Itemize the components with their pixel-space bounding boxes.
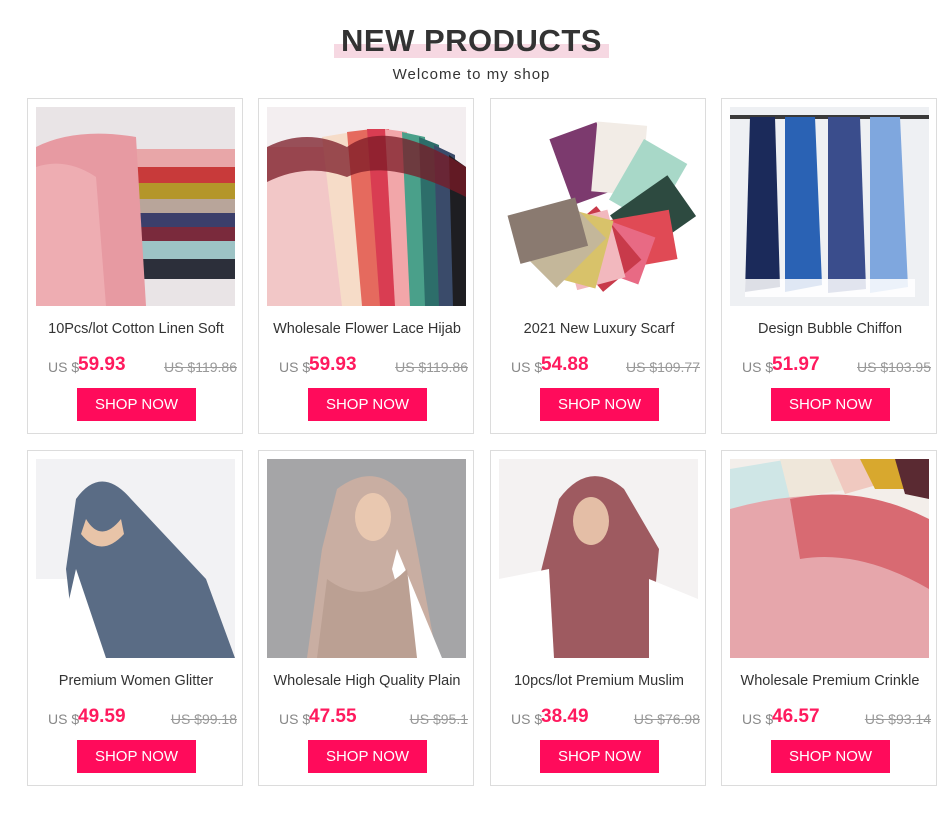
sale-price: 54.88 bbox=[541, 354, 589, 375]
sale-price: 59.93 bbox=[309, 354, 357, 375]
section-subtitle: Welcome to my shop bbox=[392, 66, 551, 83]
product-image[interactable] bbox=[267, 107, 466, 306]
price-row: US $ 46.57 US $93.14 bbox=[722, 706, 938, 732]
price-row: US $ 38.49 US $76.98 bbox=[491, 706, 707, 732]
product-image-fanned-pattern-scarves bbox=[499, 107, 698, 306]
product-image-fanned-flower-lace-hijabs bbox=[267, 107, 466, 306]
original-price: US $93.14 bbox=[864, 711, 931, 727]
product-image-hanging-blue-chiffon-scarves bbox=[730, 107, 929, 306]
price-row: US $ 47.55 US $95.1 bbox=[259, 706, 475, 732]
sale-price: 51.97 bbox=[772, 354, 820, 375]
currency-label: US $ bbox=[48, 359, 80, 375]
shop-now-button[interactable]: SHOP NOW bbox=[308, 740, 427, 773]
original-price: US $119.86 bbox=[395, 359, 468, 375]
shop-now-button[interactable]: SHOP NOW bbox=[771, 740, 890, 773]
shop-now-button[interactable]: SHOP NOW bbox=[540, 388, 659, 421]
sale-price: 49.59 bbox=[78, 706, 126, 727]
price-row: US $ 49.59 US $99.18 bbox=[28, 706, 244, 732]
product-card[interactable]: Design Bubble Chiffon US $ 51.97 US $103… bbox=[721, 98, 937, 434]
product-card[interactable]: Wholesale High Quality Plain US $ 47.55 … bbox=[258, 450, 474, 786]
product-name[interactable]: Wholesale Flower Lace Hijab bbox=[265, 319, 469, 341]
product-image-stacked-pink-lace-scarves bbox=[36, 107, 235, 306]
product-image-woman-mauve-hijab bbox=[499, 459, 698, 658]
product-name[interactable]: Design Bubble Chiffon bbox=[728, 319, 932, 341]
original-price: US $119.86 bbox=[164, 359, 237, 375]
price-row: US $ 59.93 US $119.86 bbox=[259, 354, 475, 380]
section-title: NEW PRODUCTS bbox=[341, 23, 602, 58]
product-image-stacked-crinkle-scarves bbox=[730, 459, 929, 658]
shop-now-button[interactable]: SHOP NOW bbox=[77, 740, 196, 773]
product-card[interactable]: Wholesale Premium Crinkle US $ 46.57 US … bbox=[721, 450, 937, 786]
product-card[interactable]: Wholesale Flower Lace Hijab US $ 59.93 U… bbox=[258, 98, 474, 434]
currency-label: US $ bbox=[742, 711, 774, 727]
shop-now-button[interactable]: SHOP NOW bbox=[77, 388, 196, 421]
original-price: US $95.1 bbox=[409, 711, 468, 727]
product-card[interactable]: 2021 New Luxury Scarf US $ 54.88 US $109… bbox=[490, 98, 706, 434]
shop-now-button[interactable]: SHOP NOW bbox=[540, 740, 659, 773]
original-price: US $99.18 bbox=[170, 711, 237, 727]
sale-price: 46.57 bbox=[772, 706, 820, 727]
product-name[interactable]: Premium Women Glitter bbox=[34, 671, 238, 693]
product-name[interactable]: 2021 New Luxury Scarf bbox=[497, 319, 701, 341]
product-image[interactable] bbox=[730, 107, 929, 306]
product-image[interactable] bbox=[730, 459, 929, 658]
product-name[interactable]: Wholesale High Quality Plain bbox=[265, 671, 469, 693]
price-row: US $ 59.93 US $119.86 bbox=[28, 354, 244, 380]
product-image[interactable] bbox=[499, 107, 698, 306]
product-image-woman-blue-grey-hijab bbox=[36, 459, 235, 658]
product-card[interactable]: 10Pcs/lot Cotton Linen Soft US $ 59.93 U… bbox=[27, 98, 243, 434]
original-price: US $76.98 bbox=[633, 711, 700, 727]
product-card[interactable]: 10pcs/lot Premium Muslim US $ 38.49 US $… bbox=[490, 450, 706, 786]
price-row: US $ 54.88 US $109.77 bbox=[491, 354, 707, 380]
price-row: US $ 51.97 US $103.95 bbox=[722, 354, 938, 380]
sale-price: 47.55 bbox=[309, 706, 357, 727]
product-name[interactable]: 10pcs/lot Premium Muslim bbox=[497, 671, 701, 693]
product-image-woman-beige-hijab bbox=[267, 459, 466, 658]
shop-now-button[interactable]: SHOP NOW bbox=[771, 388, 890, 421]
product-card[interactable]: Premium Women Glitter US $ 49.59 US $99.… bbox=[27, 450, 243, 786]
currency-label: US $ bbox=[742, 359, 774, 375]
section-header: NEW PRODUCTS Welcome to my shop bbox=[0, 0, 943, 95]
currency-label: US $ bbox=[511, 359, 543, 375]
currency-label: US $ bbox=[279, 711, 311, 727]
title-wrap: NEW PRODUCTS bbox=[334, 22, 609, 60]
sale-price: 38.49 bbox=[541, 706, 589, 727]
product-image[interactable] bbox=[36, 107, 235, 306]
product-name[interactable]: Wholesale Premium Crinkle bbox=[728, 671, 932, 693]
product-image[interactable] bbox=[499, 459, 698, 658]
currency-label: US $ bbox=[48, 711, 80, 727]
shop-now-button[interactable]: SHOP NOW bbox=[308, 388, 427, 421]
product-name[interactable]: 10Pcs/lot Cotton Linen Soft bbox=[34, 319, 238, 341]
sale-price: 59.93 bbox=[78, 354, 126, 375]
product-image[interactable] bbox=[267, 459, 466, 658]
original-price: US $109.77 bbox=[626, 359, 700, 375]
product-image[interactable] bbox=[36, 459, 235, 658]
original-price: US $103.95 bbox=[857, 359, 931, 375]
currency-label: US $ bbox=[279, 359, 311, 375]
currency-label: US $ bbox=[511, 711, 543, 727]
